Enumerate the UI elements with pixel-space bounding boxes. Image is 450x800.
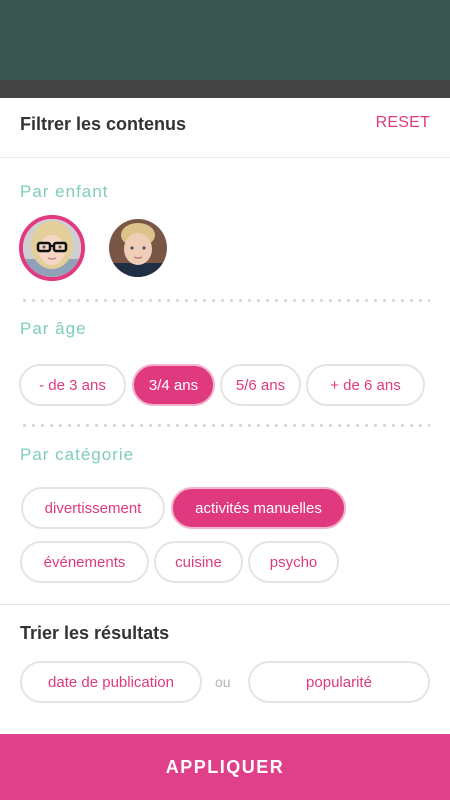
dotted-separator (20, 299, 430, 302)
apply-button[interactable]: APPLIQUER (0, 734, 450, 800)
dotted-separator (20, 424, 430, 427)
background-overlay (0, 0, 450, 80)
filter-header: Filtrer les contenus RESET (0, 98, 450, 158)
sort-option-popularity[interactable]: popularité (248, 661, 430, 703)
category-option-psycho[interactable]: psycho (248, 541, 339, 583)
sort-section-title: Trier les résultats (20, 623, 170, 643)
age-option-over-6[interactable]: + de 6 ans (306, 364, 425, 406)
overlay-shadow (0, 80, 450, 98)
children-section-label: Par enfant (20, 182, 109, 201)
sort-or-separator: ou (215, 674, 231, 690)
age-option-5-6[interactable]: 5/6 ans (220, 364, 301, 406)
boy-avatar-icon (109, 219, 167, 277)
age-option-under-3[interactable]: - de 3 ans (19, 364, 126, 406)
category-option-divertissement[interactable]: divertissement (21, 487, 165, 529)
reset-button[interactable]: RESET (376, 114, 430, 132)
age-section-label: Par âge (20, 319, 87, 338)
filter-sheet: Filtrer les contenus RESET Par enfant Pa… (0, 98, 450, 800)
child-avatar-girl[interactable] (19, 215, 85, 281)
filter-title: Filtrer les contenus (20, 114, 187, 134)
category-option-activites-manuelles[interactable]: activités manuelles (171, 487, 346, 529)
category-option-cuisine[interactable]: cuisine (154, 541, 243, 583)
category-option-evenements[interactable]: événements (20, 541, 149, 583)
category-section-label: Par catégorie (20, 445, 135, 464)
section-divider (0, 604, 450, 605)
age-option-3-4[interactable]: 3/4 ans (132, 364, 215, 406)
sort-option-date[interactable]: date de publication (20, 661, 202, 703)
child-avatar-boy[interactable] (105, 215, 171, 281)
girl-avatar-icon (23, 219, 81, 277)
